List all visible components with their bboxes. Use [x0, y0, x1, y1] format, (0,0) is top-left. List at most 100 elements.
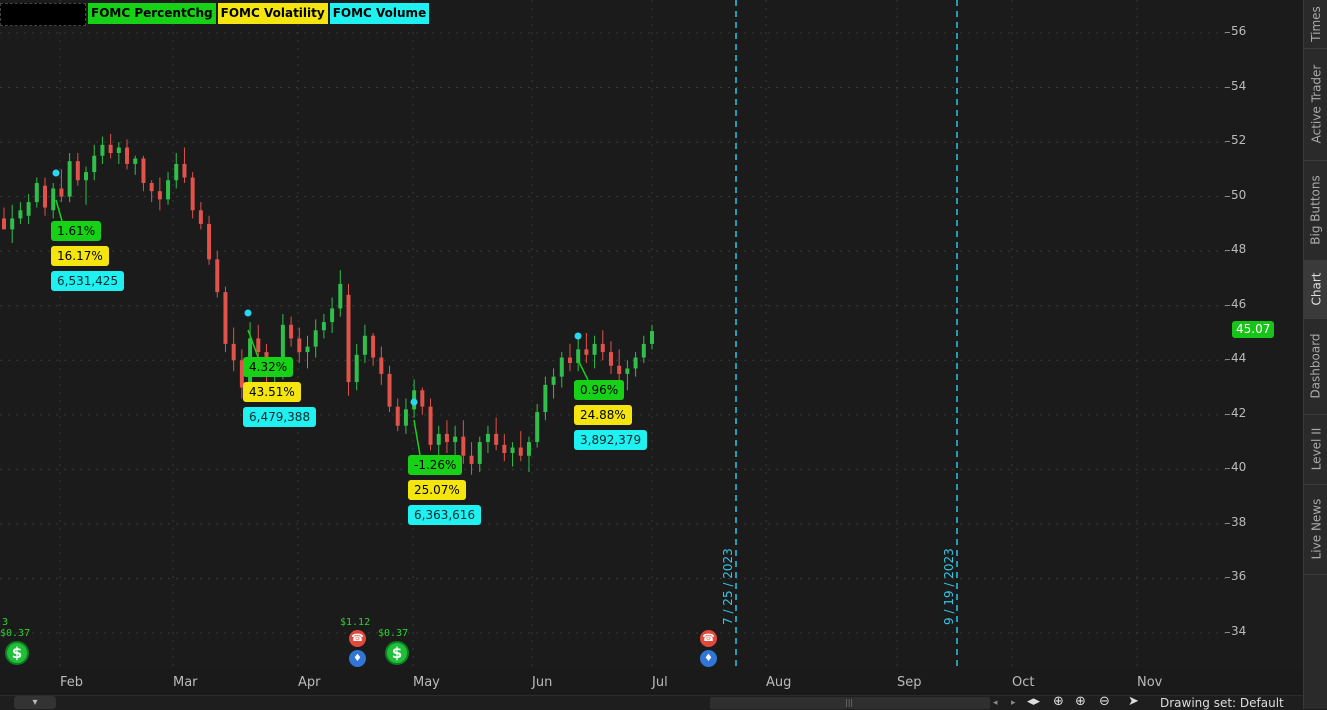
- bulb-icon[interactable]: ♦: [349, 650, 366, 667]
- fomc-label-pointer: [55, 199, 63, 222]
- month-tick-label: Feb: [60, 675, 84, 690]
- candle-body: [51, 188, 56, 211]
- candle-body: [166, 180, 171, 200]
- tab-big-buttons[interactable]: Big Buttons: [1304, 160, 1327, 261]
- fomc-pct-label: -1.26%: [408, 455, 463, 475]
- dollar-icon[interactable]: $: [5, 641, 29, 665]
- fomc-volatility-label: 24.88%: [574, 405, 632, 425]
- candle-body: [362, 335, 367, 355]
- price-tick-label: 34: [1224, 624, 1247, 638]
- price-tick-label: 40: [1224, 460, 1247, 475]
- candle-body: [608, 352, 613, 366]
- candle-body: [10, 218, 15, 230]
- candle-body: [510, 447, 515, 453]
- candle-body: [141, 158, 146, 183]
- candle-body: [379, 357, 384, 374]
- candle-body: [494, 433, 499, 445]
- candle-body: [207, 223, 212, 260]
- candle-body: [354, 354, 359, 383]
- crosshair-icon[interactable]: ⊕: [1053, 694, 1064, 709]
- month-tick-label: May: [413, 675, 440, 690]
- candle-body: [641, 343, 646, 358]
- drawing-set-selector[interactable]: Drawing set: Default: [1160, 696, 1284, 710]
- candle-body: [59, 188, 64, 197]
- tab-label: Times: [1309, 6, 1323, 42]
- price-tick-label: 56: [1224, 24, 1247, 38]
- side-tab-strip: Times Active Trader Big Buttons Chart Da…: [1303, 0, 1327, 709]
- zoom-out-icon[interactable]: ⊖: [1099, 694, 1110, 709]
- fomc-volatility-label: 43.51%: [243, 382, 301, 402]
- month-tick-label: Jun: [532, 675, 553, 690]
- candle-body: [215, 259, 220, 293]
- price-tick-label: 38: [1224, 514, 1247, 529]
- scroll-left-icon[interactable]: ◂: [993, 698, 998, 708]
- candle-body: [559, 357, 564, 377]
- scroll-right-icon[interactable]: ▸: [1011, 698, 1016, 708]
- candle-body: [387, 373, 392, 407]
- candle-body: [330, 308, 335, 323]
- scrollbar-grip-icon[interactable]: |||: [845, 698, 853, 707]
- month-tick-label: Mar: [173, 675, 198, 690]
- fomc-volatility-label: 16.17%: [51, 246, 109, 266]
- candle-body: [84, 172, 89, 181]
- dollar-icon[interactable]: $: [385, 641, 409, 665]
- tab-label: Chart: [1309, 272, 1324, 306]
- tab-live-news[interactable]: Live News: [1304, 484, 1327, 575]
- candle-body: [313, 330, 318, 347]
- tab-times[interactable]: Times: [1304, 0, 1327, 49]
- candle-body: [157, 191, 162, 200]
- candle-body: [174, 163, 179, 181]
- tab-label: Live News: [1309, 498, 1323, 560]
- candle-body: [2, 218, 6, 230]
- time-axis[interactable]: Feb Mar Apr May Jun Jul Aug Sep Oct Nov: [0, 668, 1303, 695]
- last-price-badge: 45.07: [1232, 321, 1275, 338]
- legend-fomc-volatility[interactable]: FOMC Volatility: [217, 3, 328, 24]
- phone-icon[interactable]: ☎: [700, 630, 717, 647]
- cursor-arrow-icon[interactable]: ➤: [1128, 694, 1139, 709]
- price-tick-label: 54: [1224, 78, 1247, 93]
- candle-body: [600, 343, 605, 353]
- bulb-icon[interactable]: ♦: [700, 650, 717, 667]
- tab-label: Level II: [1309, 427, 1324, 471]
- tab-label: Dashboard: [1309, 333, 1324, 399]
- fomc-pct-label: 1.61%: [51, 221, 102, 241]
- candle-body: [502, 444, 507, 453]
- tab-level-ii[interactable]: Level II: [1304, 414, 1327, 485]
- price-chart-area[interactable]: [0, 0, 1227, 668]
- fomc-pct-label: 0.96%: [574, 380, 625, 400]
- fomc-volume-label: 6,479,388: [243, 407, 317, 427]
- month-tick-label: Nov: [1137, 675, 1163, 690]
- candle-body: [461, 436, 466, 456]
- collapse-panel-button[interactable]: ▾: [14, 696, 56, 709]
- candle-body: [100, 144, 105, 156]
- candle-body: [289, 324, 294, 339]
- phone-icon[interactable]: ☎: [349, 630, 366, 647]
- candle-body: [592, 343, 597, 355]
- fomc-volume-label: 3,892,379: [574, 430, 648, 450]
- candle-body: [223, 292, 228, 344]
- candle-body: [469, 455, 474, 464]
- candle-body: [133, 158, 138, 164]
- candle-body: [321, 322, 326, 331]
- legend-fomc-volume[interactable]: FOMC Volume: [329, 3, 430, 24]
- pan-horizontal-icon[interactable]: ◂▸: [1027, 694, 1040, 709]
- candle-body: [650, 331, 654, 344]
- fomc-label-pointer: [413, 419, 421, 456]
- fomc-marker-dot: [52, 169, 60, 177]
- price-chart-svg[interactable]: [0, 0, 1227, 668]
- candle-body: [338, 283, 343, 309]
- candle-body: [34, 183, 39, 203]
- dividend-amount: $0.37: [0, 628, 31, 639]
- price-tick-label: 50: [1224, 187, 1247, 202]
- tab-chart[interactable]: Chart: [1304, 260, 1327, 319]
- candle-body: [535, 412, 540, 443]
- fomc-marker-dot: [244, 309, 252, 317]
- zoom-in-icon[interactable]: ⊕: [1075, 694, 1086, 709]
- candle-body: [551, 376, 556, 385]
- candle-body: [67, 161, 72, 197]
- tab-dashboard[interactable]: Dashboard: [1304, 318, 1327, 415]
- legend-fomc-percentchg[interactable]: FOMC PercentChg: [88, 3, 216, 24]
- price-tick-label: 52: [1224, 133, 1247, 148]
- candle-body: [428, 406, 433, 445]
- tab-active-trader[interactable]: Active Trader: [1304, 48, 1327, 161]
